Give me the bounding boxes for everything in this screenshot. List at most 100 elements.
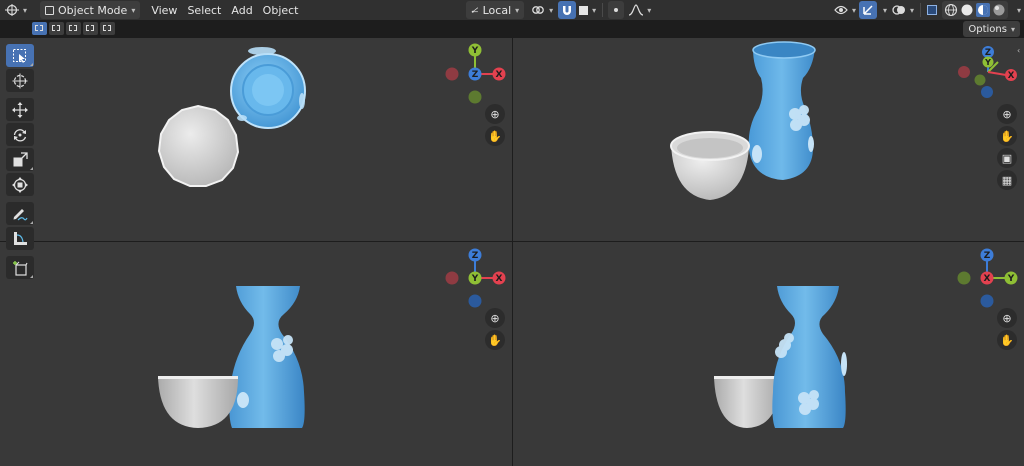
sake-bottle-object[interactable] — [230, 47, 306, 129]
gizmo-x-negative[interactable] — [445, 67, 459, 81]
chevron-down-icon: ▾ — [851, 5, 856, 15]
hand-icon: ✋ — [1000, 333, 1014, 347]
gizmo-toggle[interactable] — [858, 1, 877, 19]
viewport-front[interactable] — [0, 242, 512, 466]
gizmo-y-negative[interactable] — [468, 90, 482, 104]
tool-header — [0, 20, 1024, 38]
solid-shading-icon[interactable] — [960, 3, 974, 17]
select-box-tool[interactable] — [6, 44, 34, 67]
overlay-toggle[interactable]: ▾ — [889, 1, 917, 19]
chevron-down-icon: ▾ — [1010, 24, 1015, 34]
svg-text:Z: Z — [472, 70, 479, 80]
editor-type-button[interactable]: ▾ — [0, 1, 32, 19]
camera-view-button[interactable]: ▣ — [997, 148, 1017, 168]
chevron-down-icon: ▾ — [23, 5, 28, 15]
navigation-gizmo-perspective[interactable]: Z Y X — [956, 42, 1020, 102]
sake-cup-object[interactable] — [157, 104, 240, 187]
svg-text:Y: Y — [471, 46, 479, 56]
zoom-button[interactable]: ⊕ — [485, 104, 505, 124]
measure-tool[interactable] — [6, 227, 34, 250]
zoom-icon: ⊕ — [490, 311, 500, 325]
zoom-button[interactable]: ⊕ — [485, 308, 505, 328]
annotate-tool[interactable] — [6, 202, 34, 225]
chevron-down-icon: ▾ — [592, 5, 597, 15]
sake-bottle-object[interactable] — [772, 286, 847, 428]
menu-view[interactable]: View — [146, 1, 182, 19]
pivot-point-dropdown[interactable]: ▾ — [526, 1, 558, 19]
pan-button[interactable]: ✋ — [997, 330, 1017, 350]
svg-text:X: X — [984, 274, 991, 284]
perspective-toggle-button[interactable]: ▦ — [997, 170, 1017, 190]
select-subtract-icon[interactable] — [66, 22, 81, 35]
move-icon — [12, 101, 28, 118]
proportional-dot-icon — [614, 8, 619, 12]
sake-cup-object[interactable] — [670, 131, 750, 200]
snap-toggle[interactable] — [558, 1, 577, 19]
object-mode-icon — [45, 5, 55, 15]
select-extend-icon[interactable] — [49, 22, 64, 35]
proportional-falloff-dropdown[interactable]: ▾ — [626, 1, 654, 19]
gizmo-y-negative[interactable] — [974, 74, 986, 86]
gizmo-z-negative[interactable] — [981, 86, 993, 98]
svg-text:X: X — [496, 274, 503, 284]
pan-button[interactable]: ✋ — [485, 330, 505, 350]
add-cube-tool[interactable] — [6, 256, 34, 279]
gizmo-dropdown[interactable]: ▾ — [877, 1, 889, 19]
move-tool[interactable] — [6, 98, 34, 121]
viewport-top-scene — [157, 47, 306, 187]
pan-button[interactable]: ✋ — [485, 126, 505, 146]
svg-text:X: X — [1008, 71, 1015, 81]
viewport-right[interactable] — [513, 242, 1024, 466]
viewport-top[interactable] — [0, 38, 512, 241]
tool-shelf — [6, 44, 36, 279]
options-dropdown[interactable]: Options ▾ — [963, 21, 1020, 37]
menu-object[interactable]: Object — [258, 1, 304, 19]
xray-toggle[interactable] — [924, 1, 940, 19]
gizmo-y-negative[interactable] — [957, 271, 971, 285]
scale-tool[interactable] — [6, 148, 34, 171]
sidebar-toggle-icon[interactable]: ‹ — [1017, 46, 1020, 55]
material-shading-icon[interactable] — [975, 3, 990, 17]
menu-select[interactable]: Select — [182, 1, 226, 19]
proportional-editing-toggle[interactable] — [608, 1, 625, 19]
visibility-dropdown[interactable]: ▾ — [831, 1, 859, 19]
gizmo-z-negative[interactable] — [468, 294, 482, 308]
select-difference-icon[interactable] — [83, 22, 98, 35]
wireframe-shading-icon[interactable] — [944, 3, 958, 17]
viewport-divider-vertical[interactable] — [512, 38, 513, 466]
gizmo-z-negative[interactable] — [980, 294, 994, 308]
sake-cup-object[interactable] — [714, 376, 780, 428]
menu-add[interactable]: Add — [226, 1, 257, 19]
hand-icon: ✋ — [488, 129, 502, 143]
select-intersect-icon[interactable] — [100, 22, 115, 35]
select-new-icon[interactable] — [32, 22, 47, 35]
snap-target-dropdown[interactable]: ▾ — [576, 1, 599, 19]
sake-bottle-object[interactable] — [748, 41, 816, 180]
sake-bottle-object[interactable] — [229, 286, 305, 428]
zoom-button[interactable]: ⊕ — [997, 308, 1017, 328]
cursor-tool[interactable] — [6, 69, 34, 92]
navigation-gizmo-front[interactable]: Z X Y — [444, 246, 508, 310]
mode-dropdown[interactable]: Object Mode ▾ — [40, 1, 141, 19]
sake-cup-object[interactable] — [158, 376, 238, 428]
navigation-gizmo-top[interactable]: Y X Z — [444, 42, 508, 106]
rotate-tool[interactable] — [6, 123, 34, 146]
transform-tool[interactable] — [6, 173, 34, 196]
viewport-perspective[interactable] — [513, 38, 1024, 241]
viewport-divider-horizontal[interactable] — [0, 241, 1024, 242]
xray-icon — [926, 5, 937, 15]
transform-orientation-dropdown[interactable]: Local ▾ — [466, 1, 525, 19]
mode-label: Object Mode — [58, 3, 128, 17]
svg-text:Y: Y — [471, 274, 479, 284]
rendered-shading-icon[interactable] — [992, 3, 1006, 17]
pan-button[interactable]: ✋ — [997, 126, 1017, 146]
camera-icon: ▣ — [1001, 151, 1013, 165]
gizmo-x-negative[interactable] — [445, 271, 459, 285]
grid-perspective-icon: ▦ — [1001, 173, 1013, 187]
navigation-gizmo-right[interactable]: Z Y X — [956, 246, 1020, 310]
shading-dropdown[interactable]: ▾ — [1010, 1, 1024, 19]
eye-icon — [834, 5, 848, 15]
transform-orientation-icon — [471, 7, 479, 13]
gizmo-x-negative[interactable] — [958, 66, 970, 78]
zoom-button[interactable]: ⊕ — [997, 104, 1017, 124]
